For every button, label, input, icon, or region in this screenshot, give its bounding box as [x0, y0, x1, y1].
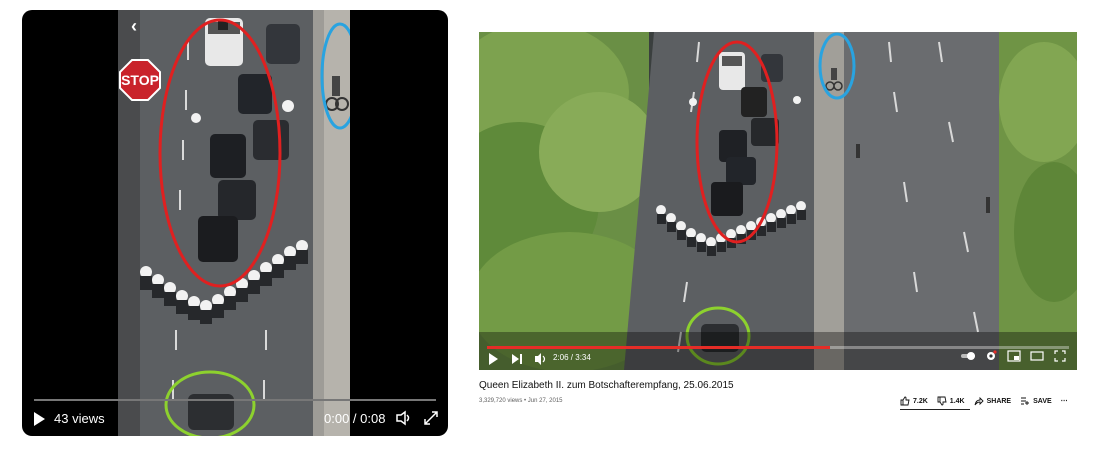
play-icon[interactable] — [34, 412, 45, 426]
right-video-frame — [479, 32, 1077, 370]
settings-gear-icon[interactable] — [984, 350, 998, 362]
play-icon[interactable] — [489, 353, 498, 365]
theater-mode-icon[interactable] — [1030, 350, 1044, 362]
expand-icon[interactable] — [424, 411, 438, 425]
thumbs-down-icon — [937, 396, 947, 406]
left-time-display: 0:00 / 0:08 — [324, 411, 386, 426]
next-icon[interactable] — [511, 353, 523, 365]
video-meta: 3,329,720 views • Jun 27, 2015 — [479, 398, 563, 404]
thumbs-up-icon — [900, 396, 910, 406]
player-right-controls — [961, 350, 1067, 362]
save-label: SAVE — [1033, 397, 1052, 405]
video-title: Queen Elizabeth II. zum Botschafterempfa… — [479, 380, 734, 391]
left-progress-bar[interactable] — [34, 399, 436, 401]
right-video-player[interactable]: 2:06 / 3:34 — [479, 32, 1077, 370]
dislike-button[interactable]: 1.4K — [937, 396, 965, 406]
right-time-display: 2:06 / 3:34 — [553, 353, 591, 362]
volume-icon[interactable] — [534, 352, 548, 366]
autoplay-toggle-icon[interactable] — [961, 350, 975, 362]
save-button[interactable]: SAVE — [1020, 396, 1052, 406]
stop-sign-text: STOP — [121, 72, 159, 88]
share-arrow-icon — [974, 396, 984, 406]
add-to-playlist-icon — [1021, 397, 1030, 405]
volume-icon[interactable] — [395, 410, 413, 426]
dislike-count: 1.4K — [949, 397, 965, 405]
more-options-button[interactable]: ⋯ — [1061, 397, 1068, 405]
like-button[interactable]: 7.2K — [900, 396, 928, 406]
progress-fill — [487, 346, 831, 349]
more-dots-icon: ⋯ — [1060, 398, 1068, 405]
chevron-left-icon[interactable]: ‹ — [131, 16, 137, 37]
share-button[interactable]: SHARE — [974, 396, 1012, 406]
fullscreen-icon[interactable] — [1053, 350, 1067, 362]
like-ratio-bar — [900, 409, 970, 410]
left-video-player[interactable]: STOP ‹ 43 views 0:00 / 0:08 — [22, 10, 448, 436]
views-count: 43 views — [54, 411, 105, 426]
like-count: 7.2K — [913, 397, 928, 405]
miniplayer-icon[interactable] — [1007, 350, 1021, 362]
video-actions: 7.2K 1.4K SHARE SAVE ⋯ — [900, 396, 1068, 406]
share-label: SHARE — [986, 397, 1012, 405]
left-video-frame: STOP — [118, 10, 350, 436]
